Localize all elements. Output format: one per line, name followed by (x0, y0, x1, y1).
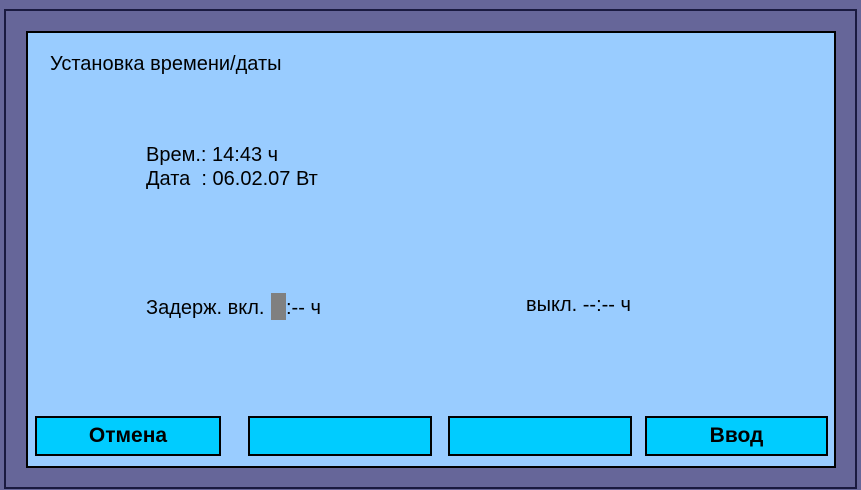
softkey-3-button[interactable] (448, 416, 632, 456)
delay-on-value[interactable]: :-- (286, 297, 305, 319)
cancel-button[interactable]: Отмена (35, 416, 221, 456)
time-label: Врем.: (146, 144, 207, 166)
date-value: 06.02.07 (212, 168, 291, 190)
time-row: Врем.: 14:43 ч (146, 143, 278, 167)
date-row: Дата : 06.02.07 Вт (146, 167, 318, 191)
delay-on-label: Задерж. вкл. (146, 297, 265, 319)
softkey-2-button[interactable] (248, 416, 432, 456)
edit-cursor[interactable] (271, 293, 286, 320)
delay-on-row: Задерж. вкл. :-- ч (146, 293, 321, 320)
delay-off-value[interactable]: --:-- (583, 294, 615, 316)
weekday-value: Вт (295, 168, 318, 190)
device-bezel: Установка времени/даты Врем.: 14:43 ч Да… (0, 0, 861, 490)
delay-off-unit: ч (620, 294, 631, 316)
delay-on-unit: ч (310, 297, 321, 319)
time-unit: ч (267, 144, 279, 166)
time-value: 14:43 (212, 144, 263, 166)
screen-title: Установка времени/даты (50, 53, 282, 75)
delay-off-row: выкл. --:-- ч (526, 293, 631, 317)
delay-off-label: выкл. (526, 294, 578, 316)
display-screen: Установка времени/даты Врем.: 14:43 ч Да… (26, 31, 836, 468)
enter-button[interactable]: Ввод (645, 416, 828, 456)
date-label: Дата : (146, 168, 207, 190)
